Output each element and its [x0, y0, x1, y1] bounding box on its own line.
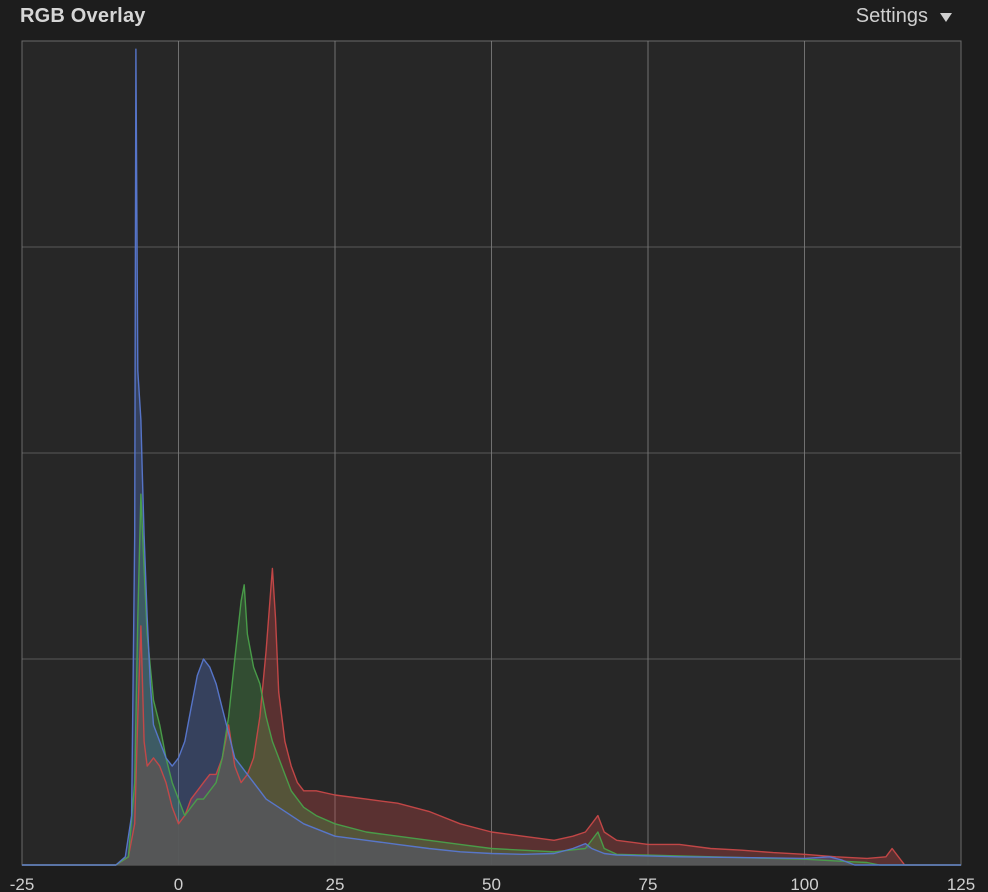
rgb-overlay-chart: -25 0 25 50 75 100 125: [10, 40, 975, 892]
rgb-overlay-panel: RGB Overlay Settings -25 0 25 50 75 100 125: [0, 0, 988, 892]
x-tick-label: 125: [947, 875, 975, 892]
x-tick-label: 0: [174, 875, 183, 892]
x-tick-label: 100: [790, 875, 818, 892]
x-tick-labels: -25 0 25 50 75 100 125: [10, 875, 975, 892]
x-tick-label: 50: [482, 875, 501, 892]
x-tick-label: 75: [639, 875, 658, 892]
x-tick-label: -25: [10, 875, 35, 892]
x-tick-label: 25: [326, 875, 345, 892]
